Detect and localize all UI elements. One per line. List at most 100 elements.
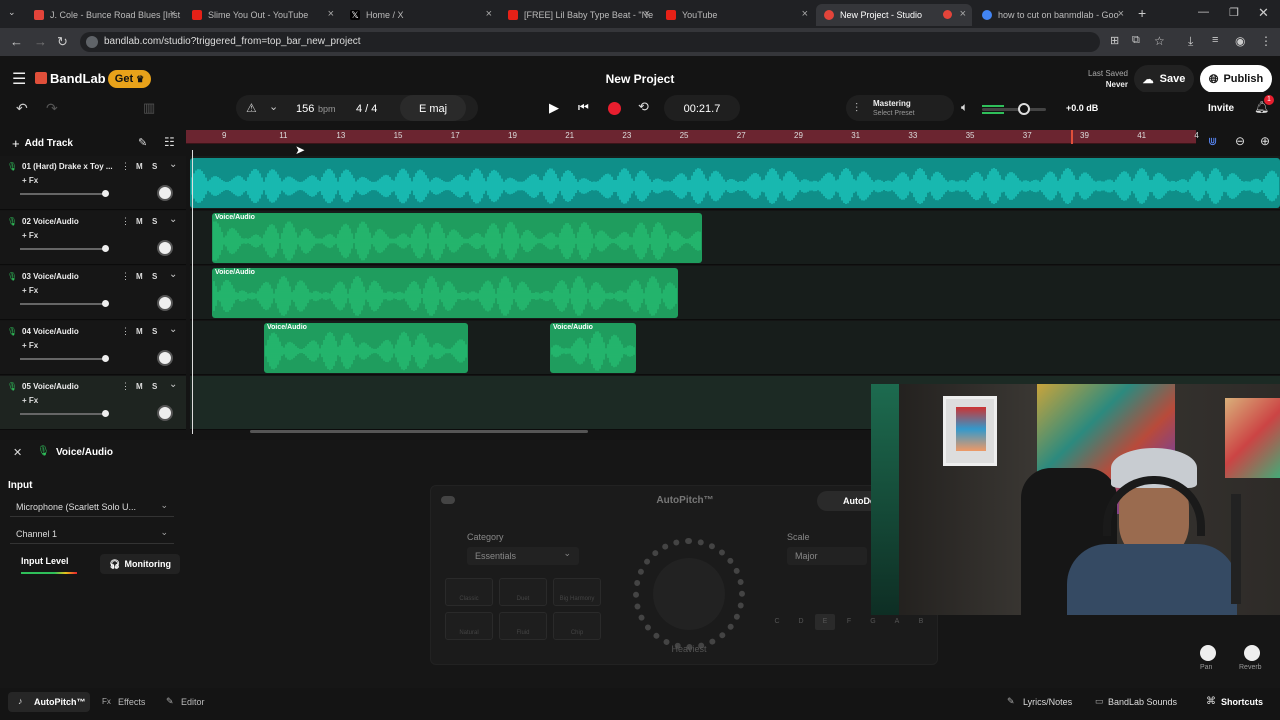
browser-tab-5[interactable]: YouTube ×	[658, 4, 814, 26]
site-info-icon[interactable]	[86, 36, 98, 48]
close-window-icon[interactable]: ✕	[1258, 5, 1269, 21]
minimize-icon[interactable]: —	[1198, 6, 1209, 18]
lyrics-notes-button[interactable]: Lyrics/Notes	[1023, 697, 1072, 707]
scale-select[interactable]: Major	[787, 547, 867, 565]
close-tab-icon[interactable]: ×	[960, 8, 966, 20]
track-lane-1[interactable]	[190, 156, 1280, 210]
close-tab-icon[interactable]: ×	[328, 8, 334, 20]
metronome-icon[interactable]: ⚠︎	[246, 101, 257, 115]
forward-icon[interactable]: →	[34, 34, 47, 49]
scale-note-C[interactable]: C	[767, 614, 787, 630]
track-header-1[interactable]: 🎙︎ 01 (Hard) Drake x Toy ... ⋮ M S ⌄ + Fx	[0, 156, 186, 210]
track-name[interactable]: 02 Voice/Audio	[22, 217, 79, 226]
volume-knob[interactable]	[1018, 103, 1030, 115]
audio-clip[interactable]: Voice/Audio	[550, 323, 636, 373]
scale-note-D[interactable]: D	[791, 614, 811, 630]
audio-clip[interactable]: Voice/Audio	[264, 323, 468, 373]
hamburger-menu-icon[interactable]: ☰	[12, 69, 26, 89]
mixer-icon[interactable]: ▥	[143, 100, 155, 116]
scale-note-B[interactable]: B	[911, 614, 931, 630]
close-tab-icon[interactable]: ×	[170, 8, 176, 20]
loop-icon[interactable]: ⟲	[638, 99, 649, 115]
reverb-knob[interactable]	[1244, 645, 1260, 661]
track-pan-knob[interactable]	[157, 350, 173, 366]
close-tab-icon[interactable]: ×	[1118, 8, 1124, 20]
redo-icon[interactable]: ↷	[46, 100, 58, 117]
track-menu-icon[interactable]: ⋮	[121, 326, 130, 337]
volume-slider-knob[interactable]	[102, 190, 109, 197]
volume-slider-knob[interactable]	[102, 410, 109, 417]
reading-list-icon[interactable]: ≡	[1212, 34, 1218, 46]
track-menu-icon[interactable]: ⋮	[121, 216, 130, 227]
get-membership-button[interactable]: Get ♛	[108, 70, 151, 88]
track-settings-icon[interactable]: ☷	[164, 135, 175, 149]
track-header-5[interactable]: 🎙︎ 05 Voice/Audio ⋮ M S ⌄ + Fx	[0, 376, 186, 430]
time-signature[interactable]: 4 / 4	[356, 103, 377, 115]
mute-button[interactable]: M	[136, 217, 143, 226]
save-button[interactable]: ☁ Save	[1134, 65, 1194, 93]
track-name[interactable]: 03 Voice/Audio	[22, 272, 79, 281]
solo-button[interactable]: S	[152, 217, 157, 226]
zoom-in-icon[interactable]: ⊕	[1260, 134, 1270, 148]
metronome-options-chevron-icon[interactable]: ⌄	[269, 100, 278, 113]
track-volume-slider[interactable]	[20, 245, 109, 252]
mute-button[interactable]: M	[136, 162, 143, 171]
audio-clip[interactable]	[190, 158, 1280, 208]
close-tab-icon[interactable]: ×	[486, 8, 492, 20]
track-pan-knob[interactable]	[157, 405, 173, 421]
undo-icon[interactable]: ↶	[16, 100, 28, 117]
skip-back-icon[interactable]: ⏮	[578, 100, 589, 115]
effect-button-chip[interactable]: Chip	[553, 612, 601, 640]
record-icon[interactable]	[608, 102, 621, 115]
share-icon[interactable]: ⧉	[1132, 34, 1140, 47]
scale-note-G[interactable]: G	[863, 614, 883, 630]
browser-tab-6[interactable]: New Project - Studio ×	[816, 4, 972, 26]
track-menu-icon[interactable]: ⋮	[121, 271, 130, 282]
publish-button[interactable]: 🌐︎ Publish	[1200, 65, 1272, 93]
add-fx-button[interactable]: + Fx	[22, 341, 38, 350]
track-volume-slider[interactable]	[20, 190, 109, 197]
add-fx-button[interactable]: + Fx	[22, 286, 38, 295]
download-icon[interactable]: ⤓	[1188, 34, 1193, 49]
tab-list-chevron-icon[interactable]: ⌄	[8, 7, 16, 18]
add-track-button[interactable]: + Add Track	[12, 136, 73, 151]
playhead[interactable]	[192, 150, 193, 434]
track-volume-slider[interactable]	[20, 300, 109, 307]
close-tab-icon[interactable]: ×	[644, 8, 650, 20]
solo-button[interactable]: S	[152, 382, 157, 391]
browser-menu-icon[interactable]: ⋮	[1260, 34, 1272, 48]
invite-button[interactable]: Invite	[1208, 103, 1234, 114]
snap-magnet-icon[interactable]: ⋓	[1208, 135, 1217, 148]
track-pan-knob[interactable]	[157, 240, 173, 256]
browser-tab-7[interactable]: how to cut on banmdlab - Goo ×	[974, 4, 1130, 26]
category-select[interactable]: Essentials ⌄	[467, 547, 579, 565]
add-fx-button[interactable]: + Fx	[22, 231, 38, 240]
track-header-2[interactable]: 🎙︎ 02 Voice/Audio ⋮ M S ⌄ + Fx	[0, 211, 186, 265]
mute-button[interactable]: M	[136, 272, 143, 281]
speaker-icon[interactable]: 🔈︎	[961, 100, 968, 115]
close-panel-icon[interactable]: ✕	[13, 446, 22, 459]
track-lane-3[interactable]: Voice/Audio	[190, 266, 1280, 320]
effect-button-natural[interactable]: Natural	[445, 612, 493, 640]
track-name[interactable]: 01 (Hard) Drake x Toy ...	[22, 162, 113, 171]
mute-button[interactable]: M	[136, 382, 143, 391]
reload-icon[interactable]: ↻	[57, 34, 68, 50]
track-expand-chevron-icon[interactable]: ⌄	[169, 159, 177, 170]
track-header-3[interactable]: 🎙︎ 03 Voice/Audio ⋮ M S ⌄ + Fx	[0, 266, 186, 320]
track-menu-icon[interactable]: ⋮	[121, 161, 130, 172]
track-expand-chevron-icon[interactable]: ⌄	[169, 324, 177, 335]
browser-tab-4[interactable]: [FREE] Lil Baby Type Beat - "Ne ×	[500, 4, 656, 26]
zoom-out-icon[interactable]: ⊖	[1235, 134, 1245, 148]
new-tab-button[interactable]: +	[1138, 5, 1146, 21]
track-lane-2[interactable]: Voice/Audio	[190, 211, 1280, 265]
track-header-4[interactable]: 🎙︎ 04 Voice/Audio ⋮ M S ⌄ + Fx	[0, 321, 186, 375]
audio-clip[interactable]: Voice/Audio	[212, 268, 678, 318]
channel-select[interactable]: Channel 1 ⌄	[10, 526, 174, 544]
timeline-ruler[interactable]: 9 11 13 15 17 19 21 23 25 27 29 31 33 35 37 39 41 4	[186, 130, 1199, 144]
scale-note-E[interactable]: E	[815, 614, 835, 630]
install-app-icon[interactable]: ⊞	[1110, 34, 1119, 47]
maximize-icon[interactable]: ❐	[1229, 6, 1239, 19]
effect-button-classic[interactable]: Classic	[445, 578, 493, 606]
track-menu-icon[interactable]: ⋮	[121, 381, 130, 392]
scale-note-F[interactable]: F	[839, 614, 859, 630]
